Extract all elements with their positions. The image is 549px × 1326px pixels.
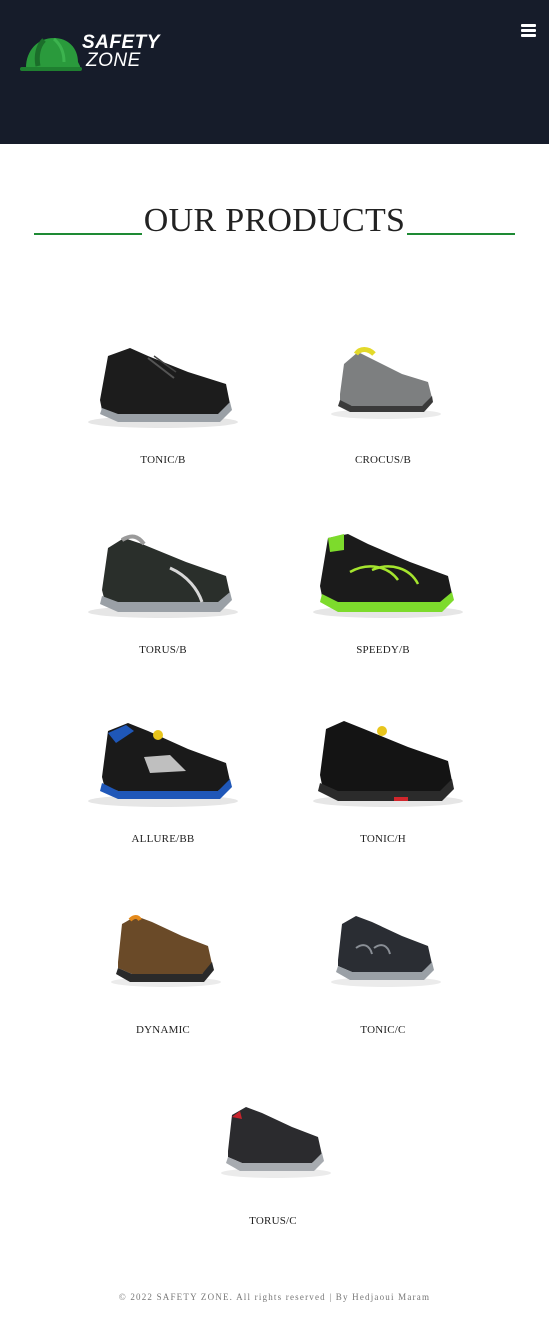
product-name: ALLURE/BB — [131, 833, 195, 845]
product-card[interactable]: TONIC/B — [63, 342, 263, 482]
site-header: SAFETY ZONE — [0, 0, 549, 144]
shoe-image — [111, 915, 221, 987]
product-name: TONIC/H — [360, 833, 406, 845]
product-name: CROCUS/B — [354, 454, 411, 466]
shoe-image — [88, 723, 238, 807]
shoe-image — [331, 916, 441, 987]
product-name: DYNAMIC — [136, 1024, 190, 1036]
products-heading: OUR PRODUCTS — [0, 200, 549, 244]
product-card[interactable]: ALLURE/BB — [63, 721, 263, 861]
shoe-image — [313, 534, 463, 618]
product-card[interactable]: TORUS/C — [173, 1103, 373, 1243]
shoe-image — [313, 721, 463, 807]
site-footer: © 2022 SAFETY ZONE. All rights reserved … — [118, 1292, 431, 1302]
shoe-image — [88, 348, 238, 428]
logo-text: SAFETY ZONE — [82, 33, 160, 71]
product-card[interactable]: TONIC/C — [283, 912, 483, 1052]
product-name: TORUS/B — [139, 644, 187, 656]
helmet-icon — [20, 37, 82, 71]
shoe-image — [88, 534, 238, 618]
product-card[interactable]: SPEEDY/B — [283, 532, 483, 672]
product-name: SPEEDY/B — [356, 644, 410, 656]
product-card[interactable]: DYNAMIC — [63, 912, 263, 1052]
logo-line-2: ZONE — [86, 50, 141, 71]
product-name: TORUS/C — [249, 1215, 297, 1227]
product-card[interactable]: CROCUS/B — [283, 342, 483, 482]
hamburger-menu-icon[interactable] — [521, 24, 536, 37]
shoe-image — [221, 1107, 331, 1178]
heading-rule-right — [407, 233, 515, 235]
site-logo[interactable]: SAFETY ZONE — [20, 30, 160, 76]
product-name: TONIC/B — [140, 454, 186, 466]
product-card[interactable]: TONIC/H — [283, 721, 483, 861]
shoe-image — [331, 347, 441, 419]
product-card[interactable]: TORUS/B — [63, 532, 263, 672]
product-name: TONIC/C — [360, 1024, 406, 1036]
